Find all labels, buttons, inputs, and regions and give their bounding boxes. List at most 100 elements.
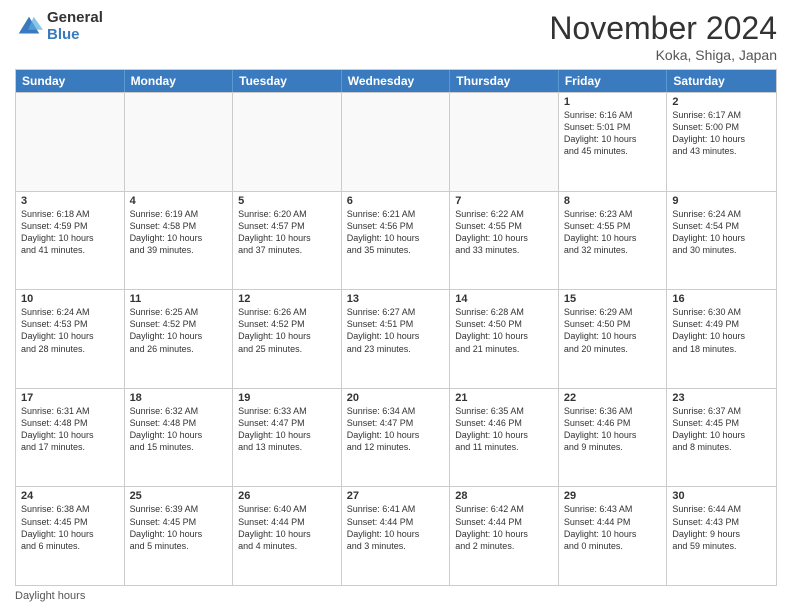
day-info: Sunrise: 6:43 AMSunset: 4:44 PMDaylight:…	[564, 503, 662, 552]
calendar-cell: 6Sunrise: 6:21 AMSunset: 4:56 PMDaylight…	[342, 192, 451, 290]
calendar-cell: 18Sunrise: 6:32 AMSunset: 4:48 PMDayligh…	[125, 389, 234, 487]
day-number: 13	[347, 293, 445, 305]
day-number: 20	[347, 392, 445, 404]
day-info: Sunrise: 6:27 AMSunset: 4:51 PMDaylight:…	[347, 306, 445, 355]
day-number: 28	[455, 490, 553, 502]
day-number: 16	[672, 293, 771, 305]
day-number: 7	[455, 195, 553, 207]
day-info: Sunrise: 6:39 AMSunset: 4:45 PMDaylight:…	[130, 503, 228, 552]
day-info: Sunrise: 6:18 AMSunset: 4:59 PMDaylight:…	[21, 208, 119, 257]
calendar-cell: 16Sunrise: 6:30 AMSunset: 4:49 PMDayligh…	[667, 290, 776, 388]
calendar-cell: 9Sunrise: 6:24 AMSunset: 4:54 PMDaylight…	[667, 192, 776, 290]
calendar-row-3: 10Sunrise: 6:24 AMSunset: 4:53 PMDayligh…	[16, 289, 776, 388]
day-info: Sunrise: 6:32 AMSunset: 4:48 PMDaylight:…	[130, 405, 228, 454]
day-number: 1	[564, 96, 662, 108]
header-day-thursday: Thursday	[450, 70, 559, 92]
header-day-monday: Monday	[125, 70, 234, 92]
day-number: 17	[21, 392, 119, 404]
day-info: Sunrise: 6:24 AMSunset: 4:54 PMDaylight:…	[672, 208, 771, 257]
calendar-cell: 25Sunrise: 6:39 AMSunset: 4:45 PMDayligh…	[125, 487, 234, 585]
calendar-cell: 26Sunrise: 6:40 AMSunset: 4:44 PMDayligh…	[233, 487, 342, 585]
calendar-cell: 14Sunrise: 6:28 AMSunset: 4:50 PMDayligh…	[450, 290, 559, 388]
day-number: 6	[347, 195, 445, 207]
calendar-cell: 19Sunrise: 6:33 AMSunset: 4:47 PMDayligh…	[233, 389, 342, 487]
calendar-row-2: 3Sunrise: 6:18 AMSunset: 4:59 PMDaylight…	[16, 191, 776, 290]
day-info: Sunrise: 6:35 AMSunset: 4:46 PMDaylight:…	[455, 405, 553, 454]
day-info: Sunrise: 6:29 AMSunset: 4:50 PMDaylight:…	[564, 306, 662, 355]
calendar-header: SundayMondayTuesdayWednesdayThursdayFrid…	[16, 70, 776, 92]
calendar-row-4: 17Sunrise: 6:31 AMSunset: 4:48 PMDayligh…	[16, 388, 776, 487]
page: General Blue November 2024 Koka, Shiga, …	[0, 0, 792, 612]
day-number: 23	[672, 392, 771, 404]
calendar-body: 1Sunrise: 6:16 AMSunset: 5:01 PMDaylight…	[16, 92, 776, 585]
calendar-cell: 13Sunrise: 6:27 AMSunset: 4:51 PMDayligh…	[342, 290, 451, 388]
day-info: Sunrise: 6:30 AMSunset: 4:49 PMDaylight:…	[672, 306, 771, 355]
day-number: 5	[238, 195, 336, 207]
calendar-cell	[450, 93, 559, 191]
logo-text: General Blue	[47, 10, 103, 43]
day-number: 4	[130, 195, 228, 207]
footer-note: Daylight hours	[15, 586, 777, 602]
day-number: 27	[347, 490, 445, 502]
day-number: 11	[130, 293, 228, 305]
calendar-cell: 2Sunrise: 6:17 AMSunset: 5:00 PMDaylight…	[667, 93, 776, 191]
calendar-cell: 21Sunrise: 6:35 AMSunset: 4:46 PMDayligh…	[450, 389, 559, 487]
calendar-cell: 5Sunrise: 6:20 AMSunset: 4:57 PMDaylight…	[233, 192, 342, 290]
calendar-cell: 17Sunrise: 6:31 AMSunset: 4:48 PMDayligh…	[16, 389, 125, 487]
header: General Blue November 2024 Koka, Shiga, …	[15, 10, 777, 63]
logo: General Blue	[15, 10, 103, 43]
day-info: Sunrise: 6:44 AMSunset: 4:43 PMDaylight:…	[672, 503, 771, 552]
day-info: Sunrise: 6:23 AMSunset: 4:55 PMDaylight:…	[564, 208, 662, 257]
day-info: Sunrise: 6:24 AMSunset: 4:53 PMDaylight:…	[21, 306, 119, 355]
header-day-wednesday: Wednesday	[342, 70, 451, 92]
logo-blue: Blue	[47, 27, 103, 44]
calendar-cell	[342, 93, 451, 191]
day-number: 22	[564, 392, 662, 404]
day-number: 30	[672, 490, 771, 502]
calendar-cell: 20Sunrise: 6:34 AMSunset: 4:47 PMDayligh…	[342, 389, 451, 487]
calendar-cell: 11Sunrise: 6:25 AMSunset: 4:52 PMDayligh…	[125, 290, 234, 388]
calendar-cell: 3Sunrise: 6:18 AMSunset: 4:59 PMDaylight…	[16, 192, 125, 290]
calendar-cell: 29Sunrise: 6:43 AMSunset: 4:44 PMDayligh…	[559, 487, 668, 585]
calendar-cell: 4Sunrise: 6:19 AMSunset: 4:58 PMDaylight…	[125, 192, 234, 290]
day-number: 24	[21, 490, 119, 502]
day-number: 12	[238, 293, 336, 305]
calendar-row-5: 24Sunrise: 6:38 AMSunset: 4:45 PMDayligh…	[16, 486, 776, 585]
logo-icon	[15, 13, 43, 41]
calendar-cell: 30Sunrise: 6:44 AMSunset: 4:43 PMDayligh…	[667, 487, 776, 585]
day-info: Sunrise: 6:25 AMSunset: 4:52 PMDaylight:…	[130, 306, 228, 355]
day-info: Sunrise: 6:21 AMSunset: 4:56 PMDaylight:…	[347, 208, 445, 257]
calendar-cell: 15Sunrise: 6:29 AMSunset: 4:50 PMDayligh…	[559, 290, 668, 388]
day-info: Sunrise: 6:38 AMSunset: 4:45 PMDaylight:…	[21, 503, 119, 552]
calendar-cell	[125, 93, 234, 191]
day-number: 18	[130, 392, 228, 404]
header-day-sunday: Sunday	[16, 70, 125, 92]
day-info: Sunrise: 6:20 AMSunset: 4:57 PMDaylight:…	[238, 208, 336, 257]
day-number: 26	[238, 490, 336, 502]
day-info: Sunrise: 6:16 AMSunset: 5:01 PMDaylight:…	[564, 109, 662, 158]
calendar-cell: 1Sunrise: 6:16 AMSunset: 5:01 PMDaylight…	[559, 93, 668, 191]
day-info: Sunrise: 6:41 AMSunset: 4:44 PMDaylight:…	[347, 503, 445, 552]
calendar-cell: 12Sunrise: 6:26 AMSunset: 4:52 PMDayligh…	[233, 290, 342, 388]
day-info: Sunrise: 6:19 AMSunset: 4:58 PMDaylight:…	[130, 208, 228, 257]
calendar-cell: 22Sunrise: 6:36 AMSunset: 4:46 PMDayligh…	[559, 389, 668, 487]
calendar-cell	[233, 93, 342, 191]
day-info: Sunrise: 6:28 AMSunset: 4:50 PMDaylight:…	[455, 306, 553, 355]
day-info: Sunrise: 6:33 AMSunset: 4:47 PMDaylight:…	[238, 405, 336, 454]
day-number: 8	[564, 195, 662, 207]
day-info: Sunrise: 6:42 AMSunset: 4:44 PMDaylight:…	[455, 503, 553, 552]
calendar-cell: 24Sunrise: 6:38 AMSunset: 4:45 PMDayligh…	[16, 487, 125, 585]
day-info: Sunrise: 6:36 AMSunset: 4:46 PMDaylight:…	[564, 405, 662, 454]
calendar-cell: 7Sunrise: 6:22 AMSunset: 4:55 PMDaylight…	[450, 192, 559, 290]
day-info: Sunrise: 6:17 AMSunset: 5:00 PMDaylight:…	[672, 109, 771, 158]
location: Koka, Shiga, Japan	[549, 47, 777, 63]
calendar-cell: 8Sunrise: 6:23 AMSunset: 4:55 PMDaylight…	[559, 192, 668, 290]
title-block: November 2024 Koka, Shiga, Japan	[549, 10, 777, 63]
month-title: November 2024	[549, 10, 777, 47]
day-info: Sunrise: 6:26 AMSunset: 4:52 PMDaylight:…	[238, 306, 336, 355]
day-number: 29	[564, 490, 662, 502]
day-number: 15	[564, 293, 662, 305]
calendar-cell	[16, 93, 125, 191]
header-day-saturday: Saturday	[667, 70, 776, 92]
day-number: 2	[672, 96, 771, 108]
